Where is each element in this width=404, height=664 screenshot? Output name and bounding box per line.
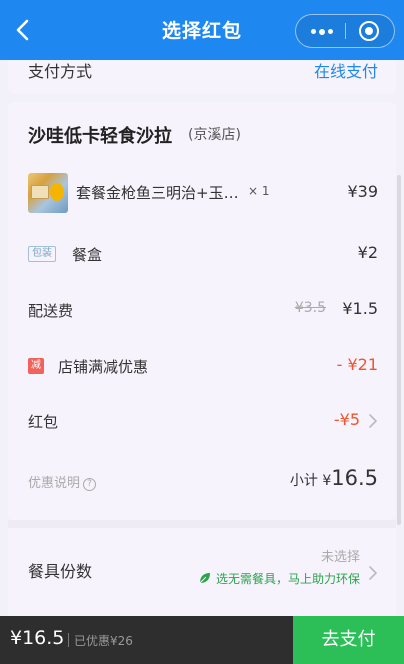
food-item-name: 套餐金枪鱼三明治+玉… <box>76 184 239 202</box>
delivery-fee-row: 配送费 ¥3.5 ¥1.5 <box>8 292 396 328</box>
red-packet-value: -¥5 <box>333 410 360 429</box>
saved-amount: 已优惠¥26 <box>74 634 133 648</box>
tableware-status: 未选择 <box>320 550 360 565</box>
delivery-fee-original: ¥3.5 <box>294 300 326 316</box>
packaging-row: 包装 餐盒 ¥2 <box>8 236 396 272</box>
discount-explain-link[interactable]: 优惠说明? <box>28 472 97 491</box>
help-icon: ? <box>83 478 97 491</box>
order-card: 沙哇低卡轻食沙拉 (京溪店) 套餐金枪鱼三明治+玉… × 1 ¥39 包装 餐盒… <box>8 102 396 520</box>
food-item-price: ¥39 <box>347 182 378 201</box>
close-mini-program-button[interactable] <box>346 15 394 47</box>
subtotal-label: 小计 ¥ <box>289 473 332 489</box>
food-item-row: 套餐金枪鱼三明治+玉… × 1 ¥39 <box>8 166 396 222</box>
delivery-fee-label: 配送费 <box>28 302 74 320</box>
packaging-label: 餐盒 <box>72 246 103 264</box>
tableware-eco-tip: 选无需餐具，马上助力环保 <box>198 570 360 587</box>
shop-discount-row: 减 店铺满减优惠 - ¥21 <box>8 348 396 384</box>
total-price: ¥16.5 <box>10 627 65 649</box>
food-item-qty: × 1 <box>248 184 270 198</box>
mini-program-capsule <box>295 14 395 48</box>
content-area: 支付方式 在线支付 沙哇低卡轻食沙拉 (京溪店) 套餐金枪鱼三明治+玉… × 1… <box>0 60 404 616</box>
summary-row: 优惠说明? 小计 ¥16.5 <box>8 460 396 500</box>
tableware-label: 餐具份数 <box>28 562 93 581</box>
tableware-eco-text: 选无需餐具，马上助力环保 <box>215 572 360 586</box>
shop-branch: (京溪店) <box>188 127 241 143</box>
shop-discount-label: 店铺满减优惠 <box>58 358 149 376</box>
shop-discount-value: - ¥21 <box>336 355 378 374</box>
delivery-fee-price: ¥1.5 <box>342 299 378 318</box>
subtotal-value: 16.5 <box>331 466 378 490</box>
shop-name: 沙哇低卡轻食沙拉 <box>28 126 172 147</box>
discount-icon: 减 <box>28 358 44 374</box>
more-button[interactable] <box>296 15 346 47</box>
discount-explain-label: 优惠说明 <box>28 476 81 491</box>
page: 选择红包 支付方式 在线支付 沙哇低卡轻食沙拉 (京溪店) 套餐金枪鱼三明治+玉… <box>0 0 404 664</box>
target-icon <box>359 21 379 41</box>
payment-method-label: 支付方式 <box>28 62 93 81</box>
chevron-right-icon <box>369 566 377 580</box>
packaging-tag: 包装 <box>28 246 56 262</box>
food-thumbnail <box>28 173 68 213</box>
checkout-bar: ¥16.5 已优惠¥26 去支付 <box>0 616 404 664</box>
more-dots-icon <box>311 28 333 35</box>
payment-method-value: 在线支付 <box>313 62 378 81</box>
red-packet-row[interactable]: 红包 -¥5 <box>8 403 396 439</box>
packaging-price: ¥2 <box>357 243 378 262</box>
subtotal: 小计 ¥16.5 <box>290 466 378 490</box>
nav-header: 选择红包 <box>0 0 404 60</box>
footer-divider <box>68 633 69 647</box>
leaf-icon <box>199 573 210 584</box>
pay-button[interactable]: 去支付 <box>293 616 404 664</box>
payment-method-row[interactable]: 支付方式 在线支付 <box>8 60 396 94</box>
chevron-right-icon <box>369 414 377 428</box>
red-packet-label: 红包 <box>28 413 59 431</box>
tableware-row[interactable]: 餐具份数 未选择 选无需餐具，马上助力环保 <box>8 520 396 616</box>
scrollbar[interactable] <box>397 175 401 525</box>
